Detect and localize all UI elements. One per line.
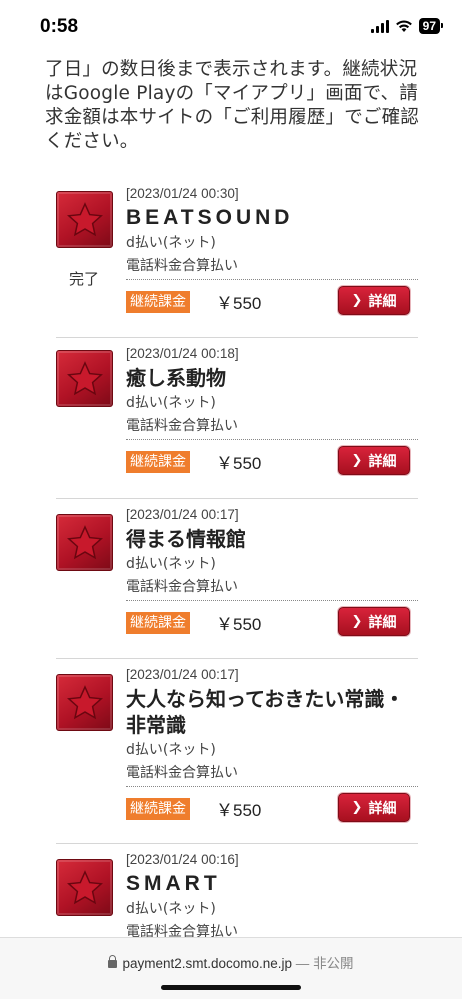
billing-type: 電話料金合算払い (126, 416, 418, 440)
chevron-right-icon: ❯ (351, 453, 363, 468)
billing-type: 電話料金合算払い (126, 256, 418, 280)
chevron-right-icon: ❯ (351, 293, 363, 308)
status-time: 0:58 (40, 16, 79, 37)
purchase-date: [2023/01/24 00:16] (126, 852, 239, 867)
visibility-label: 非公開 (313, 956, 354, 971)
home-indicator[interactable] (161, 985, 301, 990)
billing-type: 電話料金合算払い (126, 577, 418, 601)
price: ￥550 (216, 615, 262, 634)
subscription-badge: 継続課金 (126, 451, 190, 473)
item-title[interactable]: SMART (126, 871, 418, 897)
detail-button[interactable]: ❯ 詳細 (338, 607, 410, 636)
item-title[interactable]: BEATSOUND (126, 205, 418, 231)
item-content: [2023/01/24 00:17] 大人なら知っておきたい常識・非常識 d払い… (126, 666, 418, 829)
intro-text: 了日」の数日後まで表示されます。継続状況はGoogle Playの「マイアプリ」… (45, 59, 420, 152)
list-item: [2023/01/24 00:18] 癒し系動物 d払い(ネット) 電話料金合算… (56, 338, 418, 499)
payment-method: d払い(ネット) (126, 235, 216, 251)
list-item: [2023/01/24 00:17] 得まる情報館 d払い(ネット) 電話料金合… (56, 499, 418, 659)
payment-method: d払い(ネット) (126, 901, 216, 917)
star-icon (66, 524, 103, 559)
price: ￥550 (216, 801, 262, 820)
purchase-date: [2023/01/24 00:17] (126, 667, 239, 682)
detail-button[interactable]: ❯ 詳細 (338, 286, 410, 315)
price-row: 継続課金 ￥550 ❯ 詳細 (126, 286, 418, 322)
app-thumbnail[interactable] (56, 191, 113, 248)
chevron-right-icon: ❯ (351, 614, 363, 629)
purchase-date: [2023/01/24 00:17] (126, 507, 239, 522)
subscription-badge: 継続課金 (126, 291, 190, 313)
purchase-date: [2023/01/24 00:30] (126, 186, 239, 201)
item-content: [2023/01/24 00:30] BEATSOUND d払い(ネット) 電話… (126, 185, 418, 322)
history-list: 完了 [2023/01/24 00:30] BEATSOUND d払い(ネット)… (56, 178, 418, 964)
purchase-date: [2023/01/24 00:18] (126, 346, 239, 361)
list-item: 完了 [2023/01/24 00:30] BEATSOUND d払い(ネット)… (56, 178, 418, 338)
app-thumbnail[interactable] (56, 350, 113, 407)
item-content: [2023/01/24 00:17] 得まる情報館 d払い(ネット) 電話料金合… (126, 506, 418, 643)
detail-button[interactable]: ❯ 詳細 (338, 446, 410, 475)
app-thumbnail[interactable] (56, 514, 113, 571)
lock-icon (108, 955, 118, 968)
star-icon (66, 684, 103, 719)
price-row: 継続課金 ￥550 ❯ 詳細 (126, 446, 418, 482)
item-title[interactable]: 癒し系動物 (126, 365, 418, 391)
detail-label: 詳細 (368, 293, 397, 310)
payment-method: d払い(ネット) (126, 395, 216, 411)
item-content: [2023/01/24 00:18] 癒し系動物 d払い(ネット) 電話料金合算… (126, 345, 418, 482)
status-complete: 完了 (69, 270, 100, 288)
item-content: [2023/01/24 00:16] SMART d払い(ネット) 電話料金合算… (126, 851, 418, 945)
url-separator: — (295, 956, 310, 971)
price-row: 継続課金 ￥550 ❯ 詳細 (126, 793, 418, 829)
payment-method: d払い(ネット) (126, 742, 216, 758)
subscription-badge: 継続課金 (126, 798, 190, 820)
signal-icon (370, 19, 389, 33)
payment-method: d払い(ネット) (126, 556, 216, 572)
detail-button[interactable]: ❯ 詳細 (338, 793, 410, 822)
app-thumbnail[interactable] (56, 859, 113, 916)
chevron-right-icon: ❯ (351, 800, 363, 815)
item-title[interactable]: 得まる情報館 (126, 526, 418, 552)
price-row: 継続課金 ￥550 ❯ 詳細 (126, 607, 418, 643)
subscription-badge: 継続課金 (126, 612, 190, 634)
detail-label: 詳細 (368, 614, 397, 631)
billing-type: 電話料金合算払い (126, 763, 418, 787)
url-display[interactable]: payment2.smt.docomo.ne.jp — 非公開 (0, 952, 462, 972)
price: ￥550 (216, 454, 262, 473)
star-icon (66, 869, 103, 904)
status-bar: 0:58 97 (0, 0, 462, 52)
detail-label: 詳細 (368, 453, 397, 470)
star-icon (66, 201, 103, 236)
star-icon (66, 360, 103, 395)
wifi-icon (395, 19, 412, 32)
app-thumbnail[interactable] (56, 674, 113, 731)
detail-label: 詳細 (368, 800, 397, 817)
item-title[interactable]: 大人なら知っておきたい常識・非常識 (126, 686, 418, 738)
list-item: [2023/01/24 00:17] 大人なら知っておきたい常識・非常識 d払い… (56, 659, 418, 844)
status-icons: 97 (370, 18, 444, 34)
battery-icon: 97 (418, 18, 444, 34)
price: ￥550 (216, 294, 262, 313)
url-text: payment2.smt.docomo.ne.jp (122, 956, 293, 971)
